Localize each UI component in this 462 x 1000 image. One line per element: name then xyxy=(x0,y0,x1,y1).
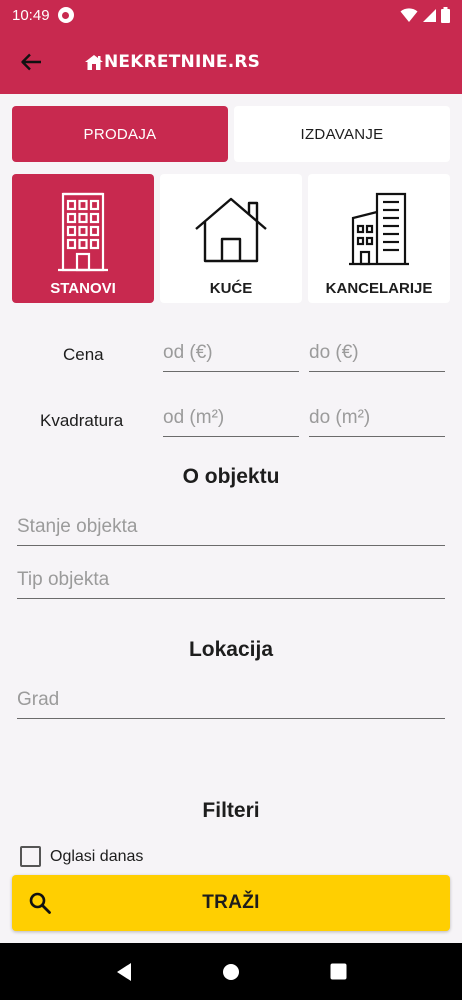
battery-icon xyxy=(441,7,450,23)
category-stanovi-label: STANOVI xyxy=(50,280,116,297)
tab-prodaja[interactable]: PRODAJA xyxy=(12,106,228,162)
category-kuce[interactable]: KUĆE xyxy=(160,174,302,303)
status-icons xyxy=(400,7,450,23)
area-to-input[interactable] xyxy=(309,407,445,437)
todays-ads-label: Oglasi danas xyxy=(50,847,144,865)
nav-back-icon[interactable] xyxy=(115,962,133,982)
back-button[interactable] xyxy=(0,30,62,94)
search-button[interactable]: TRAŽI xyxy=(12,875,450,931)
apartment-building-icon xyxy=(58,192,108,272)
object-section-title: O objektu xyxy=(182,465,280,488)
filters-section-title: Filteri xyxy=(202,799,260,822)
app-bar: NEKRETNINE.RS xyxy=(0,30,462,94)
tab-izdavanje-label: IZDAVANJE xyxy=(300,125,384,143)
area-label: Kvadratura xyxy=(40,411,124,430)
type-field[interactable] xyxy=(17,570,445,599)
nav-home-icon[interactable] xyxy=(222,963,240,981)
city-field[interactable] xyxy=(17,690,445,719)
house-logo-icon xyxy=(85,54,103,70)
office-buildings-icon xyxy=(349,192,409,266)
todays-ads-row[interactable]: Oglasi danas xyxy=(20,846,143,867)
cellular-signal-icon xyxy=(423,8,436,22)
notification-app-icon xyxy=(57,7,74,23)
category-kancelarije[interactable]: KANCELARIJE xyxy=(308,174,450,303)
price-label: Cena xyxy=(63,345,104,364)
wifi-icon xyxy=(400,7,418,22)
condition-field[interactable] xyxy=(17,517,445,546)
todays-ads-checkbox[interactable] xyxy=(20,846,41,867)
price-to-input[interactable] xyxy=(309,342,445,372)
tab-izdavanje[interactable]: IZDAVANJE xyxy=(234,106,450,162)
status-time: 10:49 xyxy=(12,6,50,24)
area-from-input[interactable] xyxy=(163,407,299,437)
app-logo-text: NEKRETNINE.RS xyxy=(104,52,261,72)
nav-recents-icon[interactable] xyxy=(330,963,347,980)
app-logo: NEKRETNINE.RS xyxy=(84,52,260,72)
tab-prodaja-label: PRODAJA xyxy=(83,125,157,143)
search-icon xyxy=(29,892,51,914)
arrow-back-icon xyxy=(21,53,41,71)
system-nav-bar xyxy=(0,943,462,1000)
house-icon xyxy=(195,197,267,263)
location-section-title: Lokacija xyxy=(188,638,274,661)
search-button-label: TRAŽI xyxy=(202,892,260,913)
category-stanovi[interactable]: STANOVI xyxy=(12,174,154,303)
price-from-input[interactable] xyxy=(163,342,299,372)
category-kancelarije-label: KANCELARIJE xyxy=(325,280,433,297)
status-bar: 10:49 xyxy=(0,0,462,30)
category-kuce-label: KUĆE xyxy=(209,280,253,297)
